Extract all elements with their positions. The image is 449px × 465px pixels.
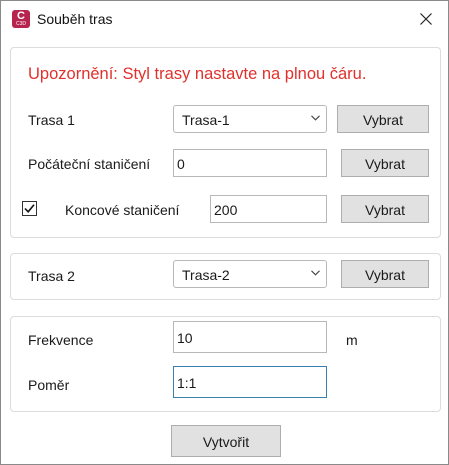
end-station-select-button[interactable]: Vybrat [341,195,429,223]
ratio-input[interactable]: 1:1 [173,366,327,398]
route2-dropdown[interactable]: Trasa-2 [173,260,327,288]
create-button-label: Vytvořit [202,434,250,450]
route1-dropdown[interactable]: Trasa-1 [173,105,327,133]
start-station-select-button[interactable]: Vybrat [341,149,429,177]
chevron-down-icon [311,270,320,276]
route2-select-button[interactable]: Vybrat [341,260,429,288]
frequency-label: Frekvence [28,332,94,348]
close-button[interactable] [411,5,441,33]
route2-select-button-label: Vybrat [365,267,405,283]
route1-select-button-label: Vybrat [363,112,403,128]
route2-dropdown-value: Trasa-2 [182,267,230,283]
window-title: Souběh tras [37,11,113,27]
title-bar: C C3D Souběh tras [1,1,448,37]
start-station-value: 0 [177,156,185,172]
route1-select-button[interactable]: Vybrat [337,105,429,133]
end-station-checkbox[interactable] [22,201,37,216]
end-station-input[interactable]: 200 [210,195,327,223]
civil-3d-app-icon: C C3D [12,10,30,28]
end-station-value: 200 [214,202,238,218]
close-icon [420,13,432,25]
start-station-input[interactable]: 0 [173,149,327,177]
app-icon-letter: C [17,10,25,22]
create-button[interactable]: Vytvořit [171,425,281,457]
warning-message: Upozornění: Styl trasy nastavte na plnou… [28,65,367,83]
route1-dropdown-value: Trasa-1 [182,112,230,128]
frequency-unit: m [346,332,358,348]
route2-label: Trasa 2 [28,268,75,284]
route1-label: Trasa 1 [28,112,75,128]
checkmark-icon [24,204,35,213]
end-station-select-button-label: Vybrat [365,202,405,218]
chevron-down-icon [311,115,320,121]
end-station-label: Koncové staničení [65,202,180,218]
ratio-value: 1:1 [177,375,197,391]
frequency-input[interactable]: 10 [173,321,327,353]
dialog-window: C C3D Souběh tras Upozornění: Styl trasy… [0,0,449,465]
frequency-value: 10 [177,330,193,346]
start-station-label: Počáteční staničení [28,156,151,172]
ratio-label: Poměr [28,377,70,393]
start-station-select-button-label: Vybrat [365,156,405,172]
app-icon-sublabel: C3D [15,21,26,27]
